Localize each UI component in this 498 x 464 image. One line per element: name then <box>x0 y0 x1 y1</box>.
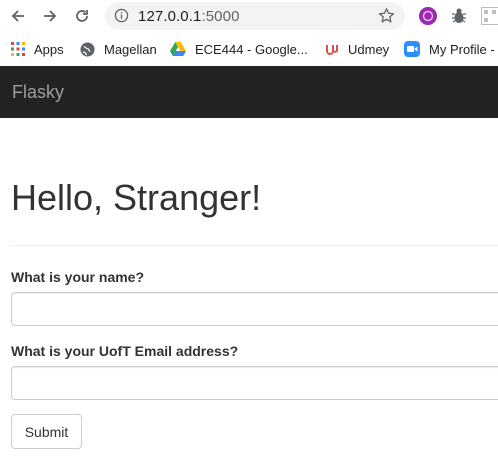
divider <box>11 245 498 246</box>
submit-button[interactable]: Submit <box>11 414 82 449</box>
bookmark-magellan[interactable]: Magellan <box>80 40 157 58</box>
page-heading: Hello, Stranger! <box>11 177 262 218</box>
bookmark-udemy[interactable]: Udmey <box>325 40 389 58</box>
zoom-icon <box>404 41 420 57</box>
bookmark-apps[interactable]: Apps <box>11 40 64 58</box>
info-icon[interactable] <box>114 8 129 23</box>
reload-button[interactable] <box>71 5 93 27</box>
address-bar[interactable]: 127.0.0.1:5000 <box>105 2 405 30</box>
apps-grid-icon <box>11 42 25 56</box>
reload-icon <box>76 10 88 22</box>
back-button[interactable] <box>7 5 29 27</box>
bookmark-star-icon[interactable] <box>378 7 395 24</box>
udemy-icon <box>326 45 338 55</box>
bookmark-label: ECE444 - Google... <box>195 41 308 57</box>
url-host: 127.0.0.1 <box>138 8 202 25</box>
browser-toolbar: 127.0.0.1:5000 <box>0 0 498 32</box>
navbar-brand[interactable]: Flasky <box>12 82 64 103</box>
google-drive-icon <box>170 42 186 56</box>
name-input[interactable] <box>11 292 498 326</box>
bookmark-my-profile[interactable]: My Profile - <box>404 40 495 58</box>
bookmark-label: My Profile - <box>429 41 495 57</box>
globe-icon <box>80 41 95 57</box>
extension-qr-icon[interactable] <box>480 6 498 26</box>
bookmark-label: Apps <box>34 41 64 57</box>
bookmarks-bar: Apps Magellan ECE444 - Google... Udmey M… <box>0 32 498 66</box>
extension-purple-icon[interactable] <box>418 6 438 26</box>
extension-bug-icon[interactable] <box>449 6 469 26</box>
forward-arrow-icon <box>44 10 57 22</box>
url-port: :5000 <box>201 8 240 25</box>
email-label: What is your UofT Email address? <box>11 343 239 359</box>
url-text: 127.0.0.1:5000 <box>138 8 240 25</box>
forward-button[interactable] <box>39 5 61 27</box>
bookmark-label: Udmey <box>348 41 390 57</box>
email-input[interactable] <box>11 366 498 400</box>
bookmark-ece444[interactable]: ECE444 - Google... <box>170 40 308 58</box>
back-arrow-icon <box>11 10 24 22</box>
navbar: Flasky <box>0 66 498 118</box>
name-label: What is your name? <box>11 269 145 285</box>
bookmark-label: Magellan <box>104 41 157 57</box>
